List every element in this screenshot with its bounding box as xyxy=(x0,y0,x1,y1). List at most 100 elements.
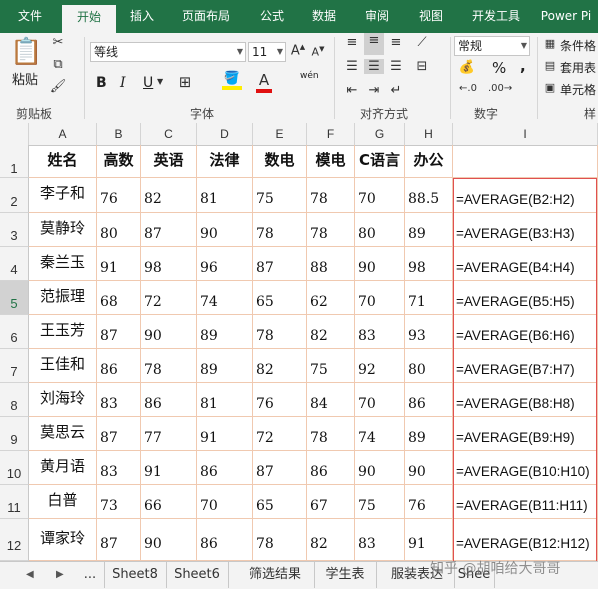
score-cell[interactable]: 87 xyxy=(97,417,141,451)
name-cell[interactable]: 李子和 xyxy=(29,178,97,213)
borders-icon[interactable]: ⊞ xyxy=(176,73,194,91)
ribbon-tab[interactable]: 开发工具 xyxy=(458,0,534,33)
row-header[interactable]: 5 xyxy=(0,281,29,315)
ribbon-tab[interactable]: Power Pi xyxy=(534,0,598,33)
score-cell[interactable]: 96 xyxy=(197,247,253,281)
name-cell[interactable]: 秦兰玉 xyxy=(29,247,97,281)
score-cell[interactable]: 76 xyxy=(405,485,453,519)
score-cell[interactable]: 87 xyxy=(253,451,307,485)
column-header[interactable]: C xyxy=(141,123,197,145)
score-cell[interactable]: 86 xyxy=(405,383,453,417)
ribbon-tab[interactable]: 插入 xyxy=(118,0,166,33)
score-cell[interactable]: 90 xyxy=(405,451,453,485)
row-header[interactable]: 2 xyxy=(0,178,29,213)
score-cell[interactable]: 74 xyxy=(355,417,405,451)
score-cell[interactable]: 77 xyxy=(141,417,197,451)
column-header[interactable]: D xyxy=(197,123,253,145)
column-header[interactable]: B xyxy=(97,123,141,145)
paste-button[interactable]: 粘贴 xyxy=(12,69,38,88)
name-cell[interactable]: 王玉芳 xyxy=(29,315,97,349)
sheet-tab[interactable]: ... xyxy=(76,562,105,588)
increase-decimal-icon[interactable]: ←.0 xyxy=(456,83,480,94)
column-header[interactable]: A xyxy=(29,123,97,145)
score-cell[interactable]: 86 xyxy=(307,451,355,485)
row-header[interactable]: 4 xyxy=(0,247,29,281)
score-cell[interactable]: 71 xyxy=(405,281,453,315)
format-painter-icon[interactable]: 🖌 xyxy=(48,79,68,94)
header-cell[interactable]: C语言 xyxy=(355,145,405,178)
score-cell[interactable]: 78 xyxy=(253,213,307,247)
row-header[interactable]: 1 xyxy=(0,145,29,178)
score-cell[interactable]: 78 xyxy=(253,315,307,349)
formula-cell[interactable]: =AVERAGE(B11:H11) xyxy=(453,485,598,519)
score-cell[interactable]: 78 xyxy=(307,213,355,247)
score-cell[interactable]: 81 xyxy=(197,178,253,213)
formula-cell[interactable]: =AVERAGE(B12:H12) xyxy=(453,519,598,561)
decrease-font-icon[interactable]: A▼ xyxy=(310,45,326,59)
name-cell[interactable]: 范振理 xyxy=(29,281,97,315)
formula-cell[interactable]: =AVERAGE(B2:H2) xyxy=(453,178,598,213)
header-cell[interactable]: 姓名 xyxy=(29,145,97,178)
score-cell[interactable]: 91 xyxy=(197,417,253,451)
name-cell[interactable]: 莫思云 xyxy=(29,417,97,451)
score-cell[interactable]: 90 xyxy=(141,519,197,561)
score-cell[interactable]: 98 xyxy=(141,247,197,281)
ribbon-tab[interactable]: 页面布局 xyxy=(166,0,246,33)
font-color-icon[interactable]: A xyxy=(256,71,272,93)
sheet-tab[interactable]: Sheet8 xyxy=(104,562,167,588)
align-center-icon[interactable]: ☰ xyxy=(364,59,384,74)
score-cell[interactable]: 91 xyxy=(405,519,453,561)
row-header[interactable]: 3 xyxy=(0,213,29,247)
score-cell[interactable]: 76 xyxy=(97,178,141,213)
table-format-button[interactable]: 套用表 xyxy=(560,59,596,76)
row-header[interactable]: 7 xyxy=(0,349,29,383)
currency-icon[interactable]: 💰 xyxy=(456,60,478,75)
orientation-icon[interactable]: ⟋ xyxy=(412,35,432,50)
column-header[interactable]: E xyxy=(253,123,307,145)
ribbon-tab[interactable]: 开始 xyxy=(62,5,116,33)
underline-button[interactable]: U xyxy=(143,75,153,91)
score-cell[interactable]: 75 xyxy=(253,178,307,213)
score-cell[interactable]: 72 xyxy=(141,281,197,315)
score-cell[interactable]: 91 xyxy=(141,451,197,485)
score-cell[interactable]: 90 xyxy=(355,247,405,281)
score-cell[interactable]: 86 xyxy=(197,519,253,561)
name-cell[interactable]: 莫静玲 xyxy=(29,213,97,247)
score-cell[interactable]: 98 xyxy=(405,247,453,281)
formula-cell[interactable]: =AVERAGE(B6:H6) xyxy=(453,315,598,349)
score-cell[interactable]: 93 xyxy=(405,315,453,349)
chevron-down-icon[interactable]: ▼ xyxy=(157,77,163,86)
conditional-format-button[interactable]: 条件格 xyxy=(560,37,596,54)
header-cell[interactable]: 办公 xyxy=(405,145,453,178)
bold-button[interactable]: B xyxy=(96,75,107,91)
score-cell[interactable]: 82 xyxy=(253,349,307,383)
wrap-text-icon[interactable]: ↵ xyxy=(386,83,406,98)
align-top-icon[interactable]: ≡ xyxy=(342,35,362,50)
score-cell[interactable]: 70 xyxy=(355,383,405,417)
cell-style-icon[interactable]: ▣ xyxy=(542,81,558,94)
header-cell[interactable]: 法律 xyxy=(197,145,253,178)
cell-style-button[interactable]: 单元格 xyxy=(560,81,596,98)
score-cell[interactable]: 78 xyxy=(141,349,197,383)
cut-icon[interactable]: ✂ xyxy=(48,35,68,50)
score-cell[interactable]: 76 xyxy=(253,383,307,417)
prev-sheet-icon[interactable]: ◀ xyxy=(26,562,34,588)
score-cell[interactable]: 72 xyxy=(253,417,307,451)
score-cell[interactable]: 89 xyxy=(197,315,253,349)
merge-center-icon[interactable]: ⊟ xyxy=(412,59,432,74)
phonetic-button[interactable]: wén xyxy=(300,71,319,81)
formula-cell[interactable]: =AVERAGE(B4:H4) xyxy=(453,247,598,281)
score-cell[interactable]: 87 xyxy=(253,247,307,281)
score-cell[interactable]: 65 xyxy=(253,281,307,315)
decrease-decimal-icon[interactable]: .00→ xyxy=(488,83,512,94)
formula-cell[interactable]: =AVERAGE(B7:H7) xyxy=(453,349,598,383)
ribbon-tab[interactable]: 审阅 xyxy=(350,0,404,33)
score-cell[interactable]: 92 xyxy=(355,349,405,383)
name-cell[interactable]: 刘海玲 xyxy=(29,383,97,417)
ribbon-tab[interactable]: 视图 xyxy=(404,0,458,33)
score-cell[interactable]: 86 xyxy=(97,349,141,383)
formula-cell[interactable]: =AVERAGE(B8:H8) xyxy=(453,383,598,417)
font-name-select[interactable]: 等线 ▼ xyxy=(90,42,246,62)
comma-button[interactable]: , xyxy=(520,57,526,75)
score-cell[interactable]: 78 xyxy=(307,178,355,213)
